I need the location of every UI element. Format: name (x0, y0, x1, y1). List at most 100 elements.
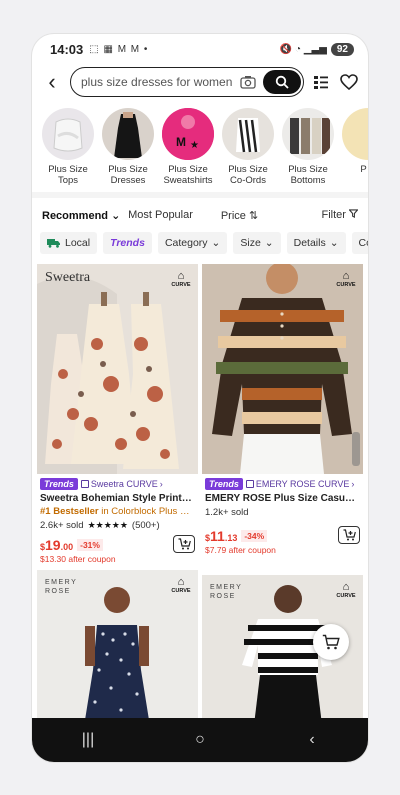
back-icon[interactable]: ‹ (292, 731, 332, 749)
product-price: $11.13 (205, 528, 238, 544)
category-label: P K (360, 164, 368, 175)
wishlist-heart-icon[interactable] (338, 71, 360, 93)
filter-button[interactable]: Filter (279, 209, 359, 221)
category-label: Plus Size Dresses (108, 164, 148, 186)
svg-text:★: ★ (190, 140, 199, 151)
brand-watermark: EMERY ROSE (45, 579, 78, 595)
chevron-down-icon: ⌄ (211, 237, 221, 249)
category-plus-size-co-ords[interactable]: Plus Size Co-Ords (220, 108, 276, 192)
floating-cart-button[interactable] (313, 624, 349, 660)
discount-badge: -34% (241, 530, 268, 542)
shopping-cart-icon (322, 634, 340, 650)
product-card[interactable]: Sweetra ⌂ CURVE Trends Sweetra CURVE › Sw… (37, 264, 198, 564)
android-navigation-bar: ||| ○ ‹ (32, 718, 368, 762)
quick-filters: Local Trends Category ⌄ Size ⌄ Details ⌄… (32, 232, 368, 258)
back-arrow-icon[interactable]: ‹ (40, 69, 64, 95)
search-box[interactable] (70, 67, 304, 97)
category-label: Plus Size Sweatshirts (163, 164, 213, 186)
sort-price[interactable]: Price ⇅ (200, 209, 279, 222)
category-plus-size-bottoms[interactable]: Plus Size Bottoms (280, 108, 336, 192)
battery-icon: 92 (330, 42, 354, 56)
product-card[interactable]: EMERY ROSE ⌂ CURVE (37, 570, 198, 720)
cart-plus-icon (178, 538, 191, 550)
add-to-cart-button[interactable] (338, 526, 360, 544)
status-system-icons: 🔇 ◔ ▁▃▅ (279, 43, 327, 55)
hanger-icon: ⌂ (342, 581, 350, 593)
category-image (222, 108, 274, 160)
sold-count: 2.6k+ sold (40, 520, 84, 531)
search-icon (275, 75, 289, 89)
brand-watermark: Sweetra (45, 270, 91, 285)
filter-chip-size[interactable]: Size ⌄ (233, 232, 281, 254)
after-coupon-price: $7.79 after coupon (205, 545, 276, 555)
trends-tag[interactable]: Trends (205, 478, 243, 490)
search-button[interactable] (263, 70, 301, 94)
search-header: ‹ (32, 64, 368, 100)
category-label: Plus Size Co-Ords (228, 164, 268, 186)
category-plus-size-sweatshirts[interactable]: M ★ Plus Size Sweatshirts (160, 108, 216, 192)
after-coupon-price: $13.30 after coupon (40, 554, 116, 564)
filter-chip-color[interactable]: Color (351, 232, 368, 254)
product-price: $19.00 (40, 537, 74, 553)
bestseller-badge[interactable]: #1 Bestseller in Colorblock Plus Si... (37, 504, 198, 517)
category-plus-size-dresses[interactable]: Plus Size Dresses (100, 108, 156, 192)
curve-badge: ⌂ CURVE (171, 270, 191, 288)
recent-apps-icon[interactable]: ||| (68, 731, 108, 749)
curve-badge: ⌂ CURVE (336, 581, 356, 599)
hanger-icon: ⌂ (177, 270, 185, 282)
search-input[interactable] (81, 75, 237, 89)
filter-chip-trends[interactable]: Trends (103, 232, 152, 254)
chevron-down-icon: ⌄ (264, 237, 274, 249)
hanger-icon: ⌂ (342, 270, 350, 282)
status-time: 14:03 (50, 41, 84, 57)
category-image (342, 108, 368, 160)
product-image[interactable]: ⌂ CURVE (202, 264, 363, 474)
category-image (42, 108, 94, 160)
review-count: (500+) (131, 520, 160, 531)
store-icon (245, 480, 254, 488)
product-title[interactable]: EMERY ROSE Plus Size Casual Co... (202, 490, 363, 504)
chevron-down-icon: ⌄ (111, 209, 121, 222)
truck-icon (47, 239, 60, 248)
sort-arrows-icon: ⇅ (248, 209, 259, 222)
filter-funnel-icon (348, 209, 359, 218)
store-link[interactable]: Sweetra CURVE › (80, 479, 163, 489)
category-image: M ★ (162, 108, 214, 160)
add-to-cart-button[interactable] (173, 535, 195, 553)
product-image[interactable]: Sweetra ⌂ CURVE (37, 264, 198, 474)
curve-badge: ⌂ CURVE (336, 270, 356, 288)
status-notification-icons: ⬚ ▦ M M • (89, 43, 149, 55)
star-rating-icon: ★★★★★ (87, 520, 128, 530)
discount-badge: -31% (77, 539, 103, 551)
category-image (102, 108, 154, 160)
status-bar: 14:03 ⬚ ▦ M M • 🔇 ◔ ▁▃▅ 92 (32, 34, 368, 64)
list-view-icon[interactable] (310, 71, 332, 93)
filter-chip-category[interactable]: Category ⌄ (157, 232, 228, 254)
sort-recommend[interactable]: Recommend ⌄ (42, 209, 121, 222)
category-image (282, 108, 334, 160)
category-plus-size-tops[interactable]: Plus Size Tops (40, 108, 96, 192)
category-carousel: Plus Size Tops Plus Size Dresses M ★ Plus… (32, 100, 368, 192)
product-title[interactable]: Sweetra Bohemian Style Printed S... (37, 490, 198, 504)
curve-badge: ⌂ CURVE (171, 576, 191, 594)
category-label: Plus Size Bottoms (288, 164, 328, 186)
store-icon (80, 480, 89, 488)
filter-chip-details[interactable]: Details ⌄ (286, 232, 346, 254)
brand-watermark: EMERY ROSE (210, 584, 243, 600)
chevron-down-icon: ⌄ (329, 237, 339, 249)
filter-chip-local[interactable]: Local (40, 232, 98, 254)
home-icon[interactable]: ○ (180, 731, 220, 749)
phone-screen: 14:03 ⬚ ▦ M M • 🔇 ◔ ▁▃▅ 92 ‹ plus size d… (32, 34, 368, 762)
camera-icon[interactable] (237, 75, 259, 89)
cart-plus-icon (343, 529, 356, 541)
trends-tag[interactable]: Trends (40, 478, 78, 490)
category-partial[interactable]: P K (340, 108, 368, 192)
product-image[interactable]: EMERY ROSE ⌂ CURVE (37, 570, 198, 720)
hanger-icon: ⌂ (177, 576, 185, 588)
store-link[interactable]: EMERY ROSE CURVE › (245, 479, 354, 489)
product-card[interactable]: ⌂ CURVE Trends EMERY ROSE CURVE › EMERY R… (202, 264, 363, 555)
svg-text:M: M (176, 135, 186, 149)
category-label: Plus Size Tops (48, 164, 88, 186)
sold-count: 1.2k+ sold (205, 507, 249, 518)
sort-most-popular[interactable]: Most Popular (121, 209, 200, 221)
